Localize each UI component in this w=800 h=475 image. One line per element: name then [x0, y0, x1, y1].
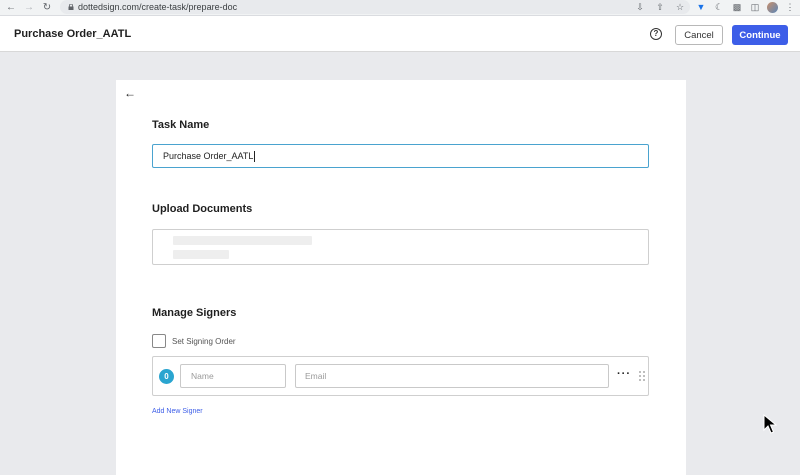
signing-order-checkbox[interactable]: [152, 334, 166, 348]
extensions-puzzle-icon[interactable]: ▩: [731, 1, 743, 13]
page-title: Purchase Order_AATL: [14, 28, 132, 40]
extension-v-icon[interactable]: ▼: [695, 1, 707, 13]
question-circle-icon[interactable]: ?: [650, 28, 662, 40]
extension-moon-icon[interactable]: ☾: [713, 1, 725, 13]
bookmark-star-icon[interactable]: ☆: [674, 1, 686, 13]
install-app-icon[interactable]: ⇩: [634, 1, 646, 13]
text-cursor: [254, 151, 256, 163]
signer-row: 0 Name Email ···: [152, 356, 649, 396]
add-new-signer-link[interactable]: Add New Signer: [152, 408, 203, 415]
task-name-heading: Task Name: [152, 119, 210, 131]
address-bar[interactable]: dottedsign.com/create-task/prepare-doc ⇩…: [60, 0, 690, 14]
browser-menu-icon[interactable]: ⋮: [784, 1, 796, 13]
signer-order-badge: 0: [159, 369, 174, 384]
url-text: dottedsign.com/create-task/prepare-doc: [78, 2, 238, 12]
loading-placeholder: [173, 250, 229, 259]
task-name-value: Purchase Order_AATL: [163, 151, 254, 161]
prepare-doc-card: ← Task Name Purchase Order_AATL Upload D…: [116, 80, 686, 475]
cancel-button[interactable]: Cancel: [675, 25, 723, 45]
drag-handle-icon[interactable]: [639, 371, 645, 382]
back-nav-icon[interactable]: ←: [4, 1, 18, 15]
lock-icon: [68, 4, 74, 10]
upload-documents-area[interactable]: [152, 229, 649, 265]
manage-signers-heading: Manage Signers: [152, 307, 237, 319]
reload-icon[interactable]: ↻: [40, 1, 54, 15]
browser-toolbar: ← → ↻ dottedsign.com/create-task/prepare…: [0, 0, 800, 16]
task-name-input[interactable]: Purchase Order_AATL: [152, 144, 649, 168]
share-icon[interactable]: ⇧: [654, 1, 666, 13]
more-options-icon[interactable]: ···: [617, 368, 631, 380]
continue-button[interactable]: Continue: [732, 25, 788, 45]
signer-name-field[interactable]: Name: [180, 364, 286, 388]
upload-documents-heading: Upload Documents: [152, 203, 253, 215]
app-header: Purchase Order_AATL ? Cancel Continue: [0, 16, 800, 52]
mouse-pointer-icon: [763, 414, 777, 434]
signer-email-field[interactable]: Email: [295, 364, 609, 388]
side-panel-icon[interactable]: ◫: [749, 1, 761, 13]
back-arrow-icon[interactable]: ←: [124, 86, 136, 100]
loading-placeholder: [173, 236, 312, 245]
profile-avatar[interactable]: [767, 1, 778, 13]
forward-nav-icon[interactable]: →: [22, 1, 36, 15]
signing-order-label: Set Signing Order: [172, 337, 236, 346]
